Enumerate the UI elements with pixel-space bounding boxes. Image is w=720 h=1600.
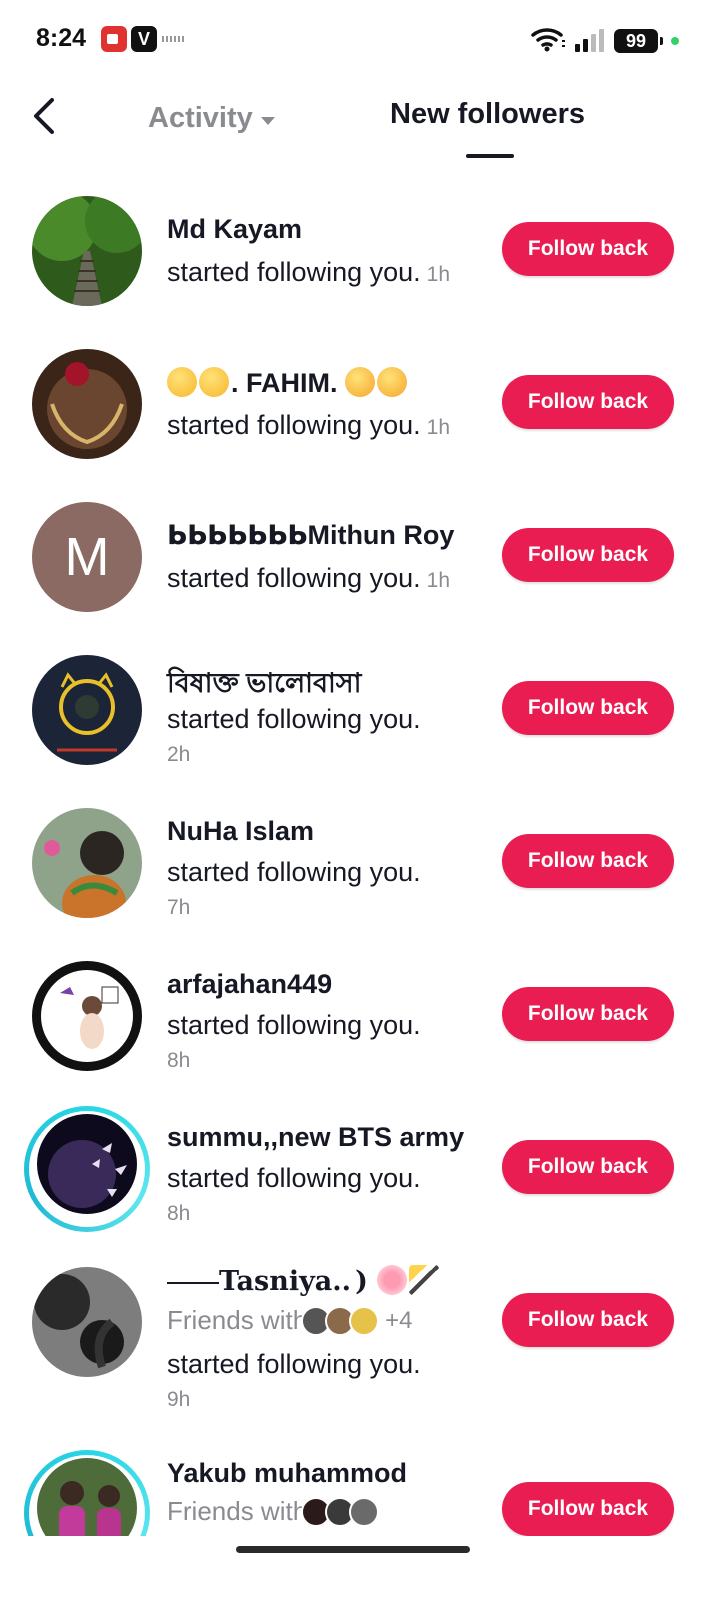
follow-back-button[interactable]: Follow back [502,834,674,888]
screen-record-icon [101,26,127,52]
smiling-hearts-emoji [377,367,408,397]
follow-back-button[interactable]: Follow back [502,528,674,582]
wifi-icon [531,28,565,52]
follower-name[interactable]: Tasniya..) [167,1265,441,1297]
follow-time: 8h [167,1049,191,1072]
follower-name[interactable]: summu,,new BTS army [167,1122,464,1153]
follower-message: started following you. 1h [167,563,450,593]
follower-name[interactable]: . FAHIM. [167,367,409,399]
follow-time: 2h [167,743,191,766]
avatar[interactable] [32,1267,142,1377]
follower-message: started following you. [167,1010,421,1040]
follower-name[interactable]: NuHa Islam [167,816,314,847]
notification-icon [162,36,186,42]
avatar[interactable] [32,655,142,765]
avatar[interactable] [32,349,142,459]
avatar[interactable] [32,961,142,1071]
follower-name[interactable]: arfajahan449 [167,969,332,1000]
follow-time: 8h [167,1202,191,1225]
status-time: 8:24 [36,24,87,52]
list-item[interactable]: arfajahan449 started following you. 8h F… [0,933,720,1086]
chevron-left-icon[interactable] [28,96,64,136]
follower-message: started following you. 1h [167,257,450,287]
name-decoration [167,1282,219,1284]
header: Activity New followers [0,82,720,168]
tab-activity-label: Activity [148,102,253,134]
mutual-friends[interactable]: Friends with [167,1496,380,1527]
kissing-face-emoji [199,367,229,397]
follower-name[interactable]: Yakub muhammod [167,1458,407,1489]
follower-name[interactable]: বিষাক্ত ভালোবাসা [167,663,361,708]
v-app-icon: V [131,26,157,52]
tab-new-followers[interactable]: New followers [390,98,585,131]
avatar[interactable] [32,196,142,306]
smiling-hearts-emoji [345,367,376,397]
follow-back-button[interactable]: Follow back [502,1482,674,1536]
follower-message: started following you. [167,704,421,734]
tab-active-indicator [466,154,514,158]
mutual-friends[interactable]: Friends with +4 [167,1305,413,1336]
list-item[interactable]: M ᖯᖯᖯᖯᖯᖯᖯMithun Roy started following yo… [0,474,720,627]
home-indicator[interactable] [236,1546,470,1553]
follow-back-button[interactable]: Follow back [502,681,674,735]
follow-time: 1h [426,569,450,592]
signal-icon [575,29,604,52]
cherry-blossom-emoji [377,1265,408,1295]
follow-time: 1h [426,263,450,286]
tab-activity[interactable]: Activity [148,102,275,135]
kissing-face-emoji [167,367,197,397]
avatar-initial: M [64,527,110,587]
avatar[interactable]: M [32,502,142,612]
follower-message: started following you. 1h [167,410,450,440]
avatar[interactable] [32,808,142,918]
friend-avatar [349,1305,380,1336]
follower-message: started following you. [167,1349,421,1379]
avatar[interactable] [37,1114,137,1214]
follow-time: 9h [167,1388,191,1411]
list-item[interactable]: বিষাক্ত ভালোবাসা started following you. … [0,627,720,780]
privacy-indicator [671,37,679,45]
caret-down-icon [260,116,275,125]
list-item[interactable]: NuHa Islam started following you. 7h Fol… [0,780,720,933]
list-item[interactable]: Tasniya..) Friends with +4 started follo… [0,1239,720,1432]
follow-time: 1h [426,416,450,439]
followers-list[interactable]: Md Kayam started following you. 1h Follow… [0,168,720,1536]
follow-back-button[interactable]: Follow back [502,375,674,429]
friends-more-count: +4 [385,1306,413,1334]
list-item[interactable]: Yakub muhammod Friends with Follow back [0,1432,720,1536]
follower-name[interactable]: ᖯᖯᖯᖯᖯᖯᖯMithun Roy [167,520,454,551]
follower-message: started following you. [167,857,421,887]
list-item[interactable]: Md Kayam started following you. 1h Follow… [0,168,720,321]
list-item[interactable]: . FAHIM. started following you. 1h Follow… [0,321,720,474]
follow-back-button[interactable]: Follow back [502,222,674,276]
magic-wand-emoji [409,1265,440,1295]
list-item[interactable]: summu,,new BTS army started following yo… [0,1086,720,1239]
name-decoration: ) [355,1266,368,1297]
follow-back-button[interactable]: Follow back [502,1140,674,1194]
follower-message: started following you. [167,1163,421,1193]
status-bar: 8:24 V 99 [0,0,720,82]
follow-back-button[interactable]: Follow back [502,1293,674,1347]
follow-back-button[interactable]: Follow back [502,987,674,1041]
friend-avatar [349,1496,380,1527]
follower-name[interactable]: Md Kayam [167,214,302,245]
follow-time: 7h [167,896,191,919]
battery-icon: 99 [614,29,663,53]
